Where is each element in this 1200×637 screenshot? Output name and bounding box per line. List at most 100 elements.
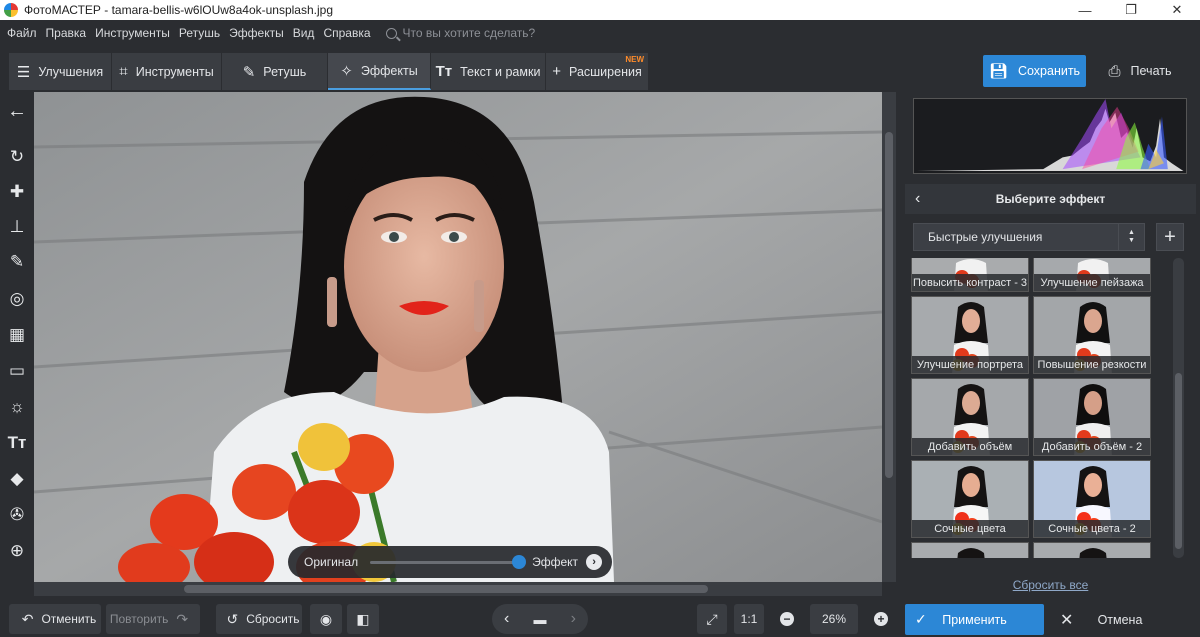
plus-icon: + [552, 63, 562, 80]
effect-tile-next-2[interactable] [1033, 542, 1151, 558]
menu-effects[interactable]: Эффекты [229, 26, 284, 40]
fill-icon[interactable]: ◆ [0, 464, 34, 494]
effect-tile-contrast-3[interactable]: Повысить контраст - 3 [911, 258, 1029, 292]
fit-screen-button[interactable]: ⤢ [697, 604, 727, 634]
effect-tile-landscape[interactable]: Улучшение пейзажа [1033, 258, 1151, 292]
healing-icon[interactable]: ✚ [0, 177, 34, 207]
tab-enhancements[interactable]: ☰ Улучшения [9, 53, 112, 90]
apply-button[interactable]: ✓ Применить [905, 604, 1044, 635]
canvas-vertical-scrollbar[interactable] [882, 92, 896, 582]
menu-file[interactable]: Файл [7, 26, 37, 40]
menu-view[interactable]: Вид [293, 26, 315, 40]
menu-bar: Файл Правка Инструменты Ретушь Эффекты В… [0, 20, 1200, 46]
effect-tile-vivid-2[interactable]: Сочные цвета - 2 [1033, 460, 1151, 538]
back-arrow-icon[interactable]: ← [0, 96, 34, 126]
category-value: Быстрые улучшения [928, 230, 1043, 244]
reset-button[interactable]: ↺ Сбросить [216, 604, 302, 634]
minimize-button[interactable]: — [1062, 0, 1108, 20]
photo-image [34, 92, 882, 582]
tab-effects[interactable]: ✧ Эффекты [328, 53, 431, 90]
save-button[interactable]: 💾︎ Сохранить [983, 55, 1086, 87]
tab-label: Текст и рамки [460, 64, 541, 79]
previous-file-button[interactable]: ‹ [504, 610, 509, 628]
redo-button[interactable]: Повторить ↷ [106, 604, 200, 634]
check-icon: ✓ [915, 611, 927, 627]
zoom-in-button[interactable]: + [866, 604, 896, 634]
preview-button[interactable]: ◉ [310, 604, 342, 634]
maximize-button[interactable]: ❐ [1108, 0, 1154, 20]
radial-icon[interactable]: ◎ [0, 284, 34, 314]
stamp-icon[interactable]: ⊥ [0, 212, 34, 242]
effect-label: Улучшение пейзажа [1034, 274, 1150, 291]
close-window-button[interactable]: ✕ [1154, 0, 1200, 20]
effect-label: Повысить контраст - 3 [912, 274, 1028, 291]
effect-tile-portrait[interactable]: Улучшение портрета [911, 296, 1029, 374]
menu-edit[interactable]: Правка [46, 26, 87, 40]
tab-text-frames[interactable]: Tт Текст и рамки [431, 53, 546, 90]
cancel-button[interactable]: ✕ Отмена [1050, 604, 1190, 635]
menu-retouch[interactable]: Ретушь [179, 26, 220, 40]
histogram [913, 98, 1187, 174]
before-after-slider[interactable]: Оригинал Эффект › [288, 546, 612, 578]
compare-track[interactable] [370, 554, 527, 569]
cancel-label: Отмена [1097, 612, 1143, 627]
effect-tile-volume-2[interactable]: Добавить объём - 2 [1033, 378, 1151, 456]
print-label: Печать [1130, 64, 1172, 78]
minus-icon: − [780, 612, 794, 626]
original-label: Оригинал [304, 555, 359, 569]
effect-label: Повышение резкости [1034, 356, 1150, 373]
effect-thumbnail [912, 543, 1028, 558]
effects-panel: ‹ Выберите эффект Быстрые улучшения ▲ ▼ +… [905, 92, 1196, 600]
selection-icon[interactable]: ✇ [0, 500, 34, 530]
effects-scrollbar[interactable] [1173, 258, 1184, 558]
tab-label: Эффекты [360, 63, 418, 78]
tab-extensions[interactable]: + Расширения NEW [546, 53, 649, 90]
canvas-horizontal-scrollbar[interactable] [34, 582, 882, 596]
zoom-actual-button[interactable]: 1:1 [734, 604, 764, 634]
effect-tile-volume[interactable]: Добавить объём [911, 378, 1029, 456]
compare-button[interactable]: ◧ [347, 604, 379, 634]
effect-label: Эффект [532, 555, 579, 569]
vignette-icon[interactable]: ▭ [0, 356, 34, 386]
tab-label: Ретушь [263, 64, 307, 79]
sliders-icon: ☰ [16, 63, 31, 81]
reset-all-link[interactable]: Сбросить все [905, 578, 1196, 592]
undo-button[interactable]: ↶ Отменить [9, 604, 101, 634]
tab-retouch[interactable]: ✎ Ретушь [222, 53, 328, 90]
text-icon[interactable]: Tт [0, 428, 34, 458]
command-search[interactable]: Что вы хотите сделать? [385, 26, 536, 40]
print-button[interactable]: ⎙ Печать [1090, 55, 1190, 87]
effect-label: Улучшение портрета [912, 356, 1028, 373]
menu-tools[interactable]: Инструменты [95, 26, 170, 40]
effect-tile-next[interactable] [911, 542, 1029, 558]
effect-category-select[interactable]: Быстрые улучшения ▲ ▼ [913, 223, 1145, 251]
vertical-scroll-thumb[interactable] [885, 132, 893, 478]
magic-wand-icon: ✧ [340, 62, 353, 80]
rotate-icon[interactable]: ↻ [0, 142, 34, 172]
undo-icon: ↶ [21, 610, 34, 627]
photo-canvas[interactable] [34, 92, 882, 582]
effects-scroll-thumb[interactable] [1175, 373, 1182, 549]
tab-tools[interactable]: ⌗ Инструменты [112, 53, 222, 90]
chevron-left-icon[interactable]: ‹ [915, 190, 920, 208]
horizontal-scroll-thumb[interactable] [184, 585, 708, 593]
brush-icon[interactable]: ✎ [0, 247, 34, 277]
chevron-right-icon[interactable]: › [586, 554, 603, 570]
effect-tile-vivid[interactable]: Сочные цвета [911, 460, 1029, 538]
gradient-icon[interactable]: ▦ [0, 320, 34, 350]
compare-knob[interactable] [512, 554, 527, 569]
close-icon: ✕ [1060, 611, 1074, 629]
folder-icon[interactable]: ▬ [533, 612, 546, 627]
floppy-disk-icon: 💾︎ [988, 63, 1008, 80]
add-effect-button[interactable]: + [1156, 223, 1184, 251]
zoom-level[interactable]: 26% [810, 604, 858, 634]
zoom-out-button[interactable]: − [772, 604, 802, 634]
title-bar: ФотоМАСТЕР - tamara-bellis-w6lOUw8a4ok-u… [0, 0, 1200, 20]
eye-icon: ◉ [319, 610, 333, 627]
crosshair-icon[interactable]: ⊕ [0, 536, 34, 566]
light-icon[interactable]: ☼ [0, 392, 34, 422]
menu-help[interactable]: Справка [323, 26, 370, 40]
search-placeholder: Что вы хотите сделать? [402, 26, 536, 40]
effect-tile-sharpen[interactable]: Повышение резкости [1033, 296, 1151, 374]
next-file-button[interactable]: › [571, 610, 576, 628]
